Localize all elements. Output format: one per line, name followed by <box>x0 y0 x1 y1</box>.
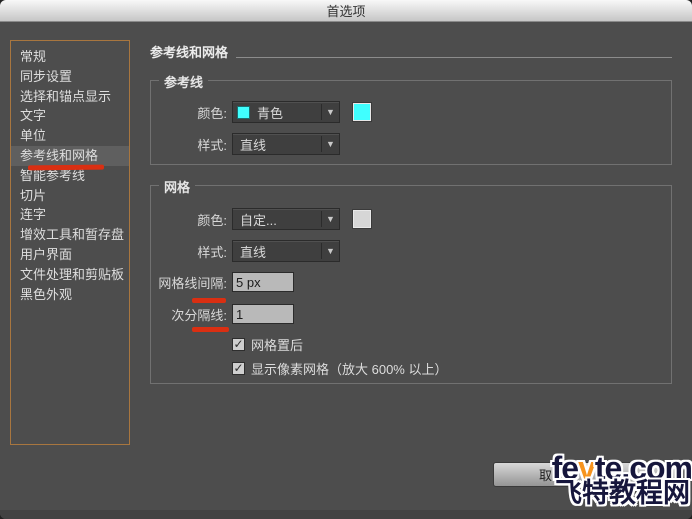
guides-style-dropdown[interactable]: 直线 ▼ <box>232 133 340 155</box>
pixel-grid-row: ✓ 显示像素网格（放大 600% 以上） <box>232 360 447 376</box>
subdivisions-label: 次分隔线: <box>151 305 227 324</box>
preferences-dialog: 首选项 常规 同步设置 选择和锚点显示 文字 单位 参考线和网格 智能参考线 切… <box>0 0 692 519</box>
sidebar-item-hyphenation[interactable]: 连字 <box>11 205 129 225</box>
guides-color-label: 颜色: <box>151 103 227 122</box>
grids-in-back-checkbox[interactable]: ✓ <box>232 338 245 351</box>
sidebar-item-file-clipboard[interactable]: 文件处理和剪贴板 <box>11 265 129 285</box>
grid-color-preview-swatch[interactable] <box>353 210 371 228</box>
annotation-underline-sidebar <box>28 165 104 171</box>
chevron-down-icon: ▼ <box>322 214 339 224</box>
titlebar[interactable]: 首选项 <box>0 0 692 22</box>
subdivisions-row: 次分隔线: <box>151 303 671 325</box>
guides-style-row: 样式: 直线 ▼ <box>151 133 671 155</box>
grid-color-value: 自定... <box>240 210 321 229</box>
guides-color-row: 颜色: 青色 ▼ <box>151 101 671 123</box>
annotation-underline-subdivision <box>192 327 229 332</box>
panel-heading-row: 参考线和网格 <box>150 42 672 61</box>
grid-group-legend: 网格 <box>159 177 195 196</box>
sidebar-item-units[interactable]: 单位 <box>11 126 129 146</box>
grid-color-dropdown[interactable]: 自定... ▼ <box>232 208 340 230</box>
grid-color-row: 颜色: 自定... ▼ <box>151 208 671 230</box>
sidebar-item-selection-anchor[interactable]: 选择和锚点显示 <box>11 87 129 107</box>
chevron-down-icon: ▼ <box>322 246 339 256</box>
checkmark-icon: ✓ <box>233 338 243 351</box>
guides-color-preview-swatch[interactable] <box>353 103 371 121</box>
grids-in-back-row: ✓ 网格置后 <box>232 336 303 352</box>
main-panel: 参考线和网格 参考线 颜色: 青色 ▼ 样式: 直线 ▼ <box>150 38 672 458</box>
sidebar-item-user-interface[interactable]: 用户界面 <box>11 245 129 265</box>
grid-color-label: 颜色: <box>151 210 227 229</box>
sidebar-item-general[interactable]: 常规 <box>11 47 129 67</box>
guides-group-legend: 参考线 <box>159 72 208 91</box>
guides-style-label: 样式: <box>151 135 227 154</box>
heading-divider <box>236 57 672 58</box>
sidebar-item-guides-grid[interactable]: 参考线和网格 <box>11 146 129 166</box>
grid-group: 网格 颜色: 自定... ▼ 样式: 直线 ▼ 网格线间隔: <box>150 185 672 384</box>
chevron-down-icon: ▼ <box>322 107 339 117</box>
sidebar-item-slices[interactable]: 切片 <box>11 186 129 206</box>
gridline-every-row: 网格线间隔: <box>151 271 671 293</box>
grid-style-value: 直线 <box>240 242 321 261</box>
checkmark-icon: ✓ <box>233 362 243 375</box>
dialog-bottom-edge <box>0 510 692 519</box>
grid-style-row: 样式: 直线 ▼ <box>151 240 671 262</box>
subdivisions-input[interactable] <box>232 304 294 324</box>
sidebar-item-plugins-scratch[interactable]: 增效工具和暂存盘 <box>11 225 129 245</box>
guides-style-value: 直线 <box>240 135 321 154</box>
sidebar: 常规 同步设置 选择和锚点显示 文字 单位 参考线和网格 智能参考线 切片 连字… <box>10 40 130 445</box>
grids-in-back-label: 网格置后 <box>251 335 303 354</box>
pixel-grid-checkbox[interactable]: ✓ <box>232 362 245 375</box>
chevron-down-icon: ▼ <box>322 139 339 149</box>
guides-color-value: 青色 <box>257 103 321 122</box>
annotation-underline-gridline <box>192 298 226 303</box>
sidebar-item-sync-settings[interactable]: 同步设置 <box>11 67 129 87</box>
grid-style-dropdown[interactable]: 直线 ▼ <box>232 240 340 262</box>
page-title: 参考线和网格 <box>150 42 228 61</box>
guides-group: 参考线 颜色: 青色 ▼ 样式: 直线 ▼ <box>150 80 672 165</box>
sidebar-item-black-appearance[interactable]: 黑色外观 <box>11 285 129 305</box>
pixel-grid-label: 显示像素网格（放大 600% 以上） <box>251 359 447 378</box>
window-title: 首选项 <box>326 1 365 20</box>
grid-style-label: 样式: <box>151 242 227 261</box>
gridline-every-label: 网格线间隔: <box>151 273 227 292</box>
cancel-button[interactable]: 取 <box>493 462 677 487</box>
gridline-every-input[interactable] <box>232 272 294 292</box>
color-swatch-icon <box>237 106 250 119</box>
sidebar-item-type[interactable]: 文字 <box>11 106 129 126</box>
guides-color-dropdown[interactable]: 青色 ▼ <box>232 101 340 123</box>
